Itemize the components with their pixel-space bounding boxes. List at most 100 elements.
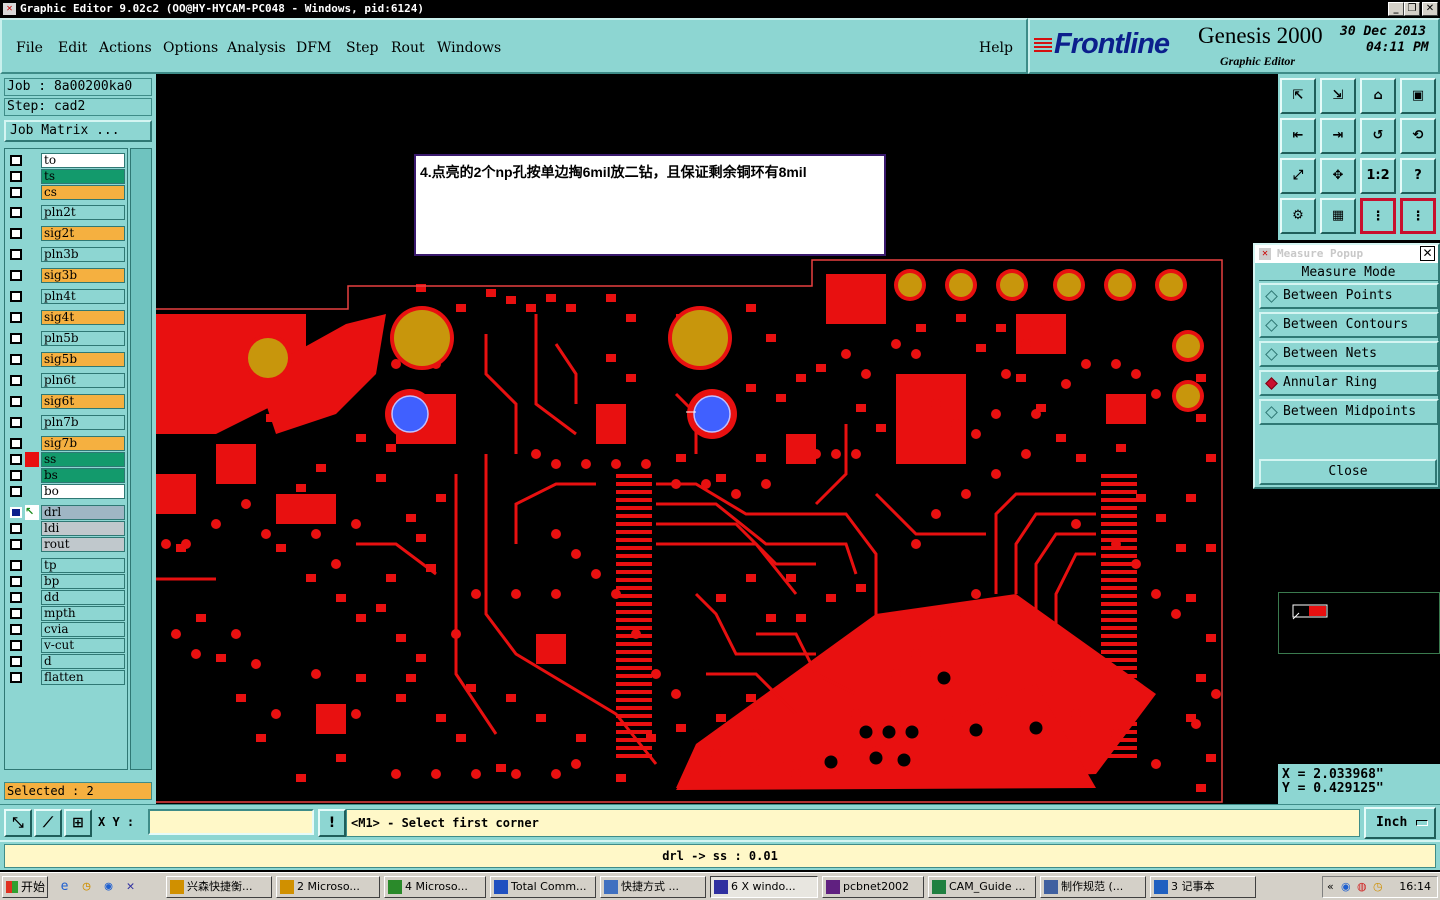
layer-checkbox[interactable]	[10, 486, 22, 497]
minimize-button[interactable]: _	[1388, 2, 1404, 16]
layer-row-pln4t[interactable]: pln4t	[7, 289, 125, 304]
layer-checkbox[interactable]	[10, 470, 22, 481]
measure-option-annular-ring[interactable]: Annular Ring	[1259, 370, 1439, 396]
snap-icon[interactable]: ⟲	[1400, 118, 1436, 154]
menu-help[interactable]: Help	[979, 40, 1013, 56]
zoom-diagonal-icon[interactable]: ⤡	[4, 809, 32, 837]
layer-checkbox[interactable]	[10, 624, 22, 635]
taskbar-task[interactable]: 制作规范 (...	[1040, 876, 1146, 898]
layer-checkbox[interactable]	[10, 656, 22, 667]
x-server-icon[interactable]: ✕	[122, 878, 139, 895]
taskbar-task[interactable]: 兴森快捷衡...	[166, 876, 272, 898]
layer-checkbox[interactable]	[10, 672, 22, 683]
graphic-canvas[interactable]: 4.点亮的2个np孔按单边掏6mil放二钻，且保证剩余铜环有8mil	[156, 74, 1278, 804]
layer-checkbox[interactable]	[10, 592, 22, 603]
alert-icon[interactable]: !	[318, 809, 346, 837]
layer-row-pln6t[interactable]: pln6t	[7, 373, 125, 388]
antivirus-icon[interactable]: ◍	[1357, 877, 1367, 897]
redraw-icon[interactable]: ↺	[1360, 118, 1396, 154]
measure-option-between-contours[interactable]: Between Contours	[1259, 312, 1439, 338]
layer-row-tp[interactable]: tp	[7, 558, 125, 573]
tray-clock-icon[interactable]: ◷	[1373, 877, 1383, 897]
layer-checkbox[interactable]	[10, 354, 22, 365]
taskbar-task[interactable]: Total Comm...	[490, 876, 596, 898]
layer-list-scrollbar[interactable]	[130, 148, 152, 770]
settings-icon[interactable]: ⚙	[1280, 198, 1316, 234]
zoom-home-icon[interactable]: ⇱	[1280, 78, 1316, 114]
layer-checkbox[interactable]	[10, 249, 22, 260]
taskbar-task[interactable]: 2 Microso...	[276, 876, 380, 898]
layer-row-pln5b[interactable]: pln5b	[7, 331, 125, 346]
layer-checkbox[interactable]	[10, 576, 22, 587]
taskbar-task[interactable]: 快捷方式 ...	[600, 876, 706, 898]
layer-checkbox[interactable]	[10, 375, 22, 386]
layer-row-pln7b[interactable]: pln7b	[7, 415, 125, 430]
menu-step[interactable]: Step	[346, 40, 378, 56]
measure-close-button[interactable]: Close	[1259, 459, 1437, 485]
layer-row-bp[interactable]: bp	[7, 574, 125, 589]
layer-row-cs[interactable]: cs	[7, 185, 125, 200]
close-icon[interactable]: ✕	[1420, 246, 1435, 261]
clock-app-icon[interactable]: ◷	[78, 878, 95, 895]
window-view-icon[interactable]: ▣	[1400, 78, 1436, 114]
grid-icon[interactable]: ▦	[1320, 198, 1356, 234]
start-button[interactable]: 开始	[2, 876, 48, 898]
layer-row-pln3b[interactable]: pln3b	[7, 247, 125, 262]
taskbar-task[interactable]: pcbnet2002	[822, 876, 924, 898]
tray-expand-icon[interactable]: «	[1327, 877, 1334, 897]
menu-file[interactable]: File	[16, 40, 43, 56]
measure-option-between-points[interactable]: Between Points	[1259, 283, 1439, 309]
layer-row-mpth[interactable]: mpth	[7, 606, 125, 621]
layer-checkbox[interactable]	[10, 523, 22, 534]
close-window-button[interactable]: ✕	[1422, 2, 1438, 16]
measure-tool-icon[interactable]: ⟋	[34, 809, 62, 837]
layer-checkbox[interactable]	[10, 155, 22, 166]
restore-button[interactable]: ❐	[1404, 2, 1420, 16]
layer-row-ts[interactable]: ts	[7, 169, 125, 184]
layer-row-sig4t[interactable]: sig4t	[7, 310, 125, 325]
layer-row-drl[interactable]: ↖ drl	[7, 505, 125, 520]
layer-row-flatten[interactable]: flatten	[7, 670, 125, 685]
help-icon[interactable]: ?	[1400, 158, 1436, 194]
layer-row-d[interactable]: d	[7, 654, 125, 669]
network-icon[interactable]: ◉	[1341, 877, 1351, 897]
layer-checkbox[interactable]	[10, 417, 22, 428]
taskbar-task[interactable]: 6 X windo...	[710, 876, 818, 898]
layer-row-bs[interactable]: bs	[7, 468, 125, 483]
layer-checkbox[interactable]	[10, 454, 22, 465]
layer-checkbox[interactable]	[10, 396, 22, 407]
layer-row-bo[interactable]: bo	[7, 484, 125, 499]
layer-checkbox[interactable]	[10, 228, 22, 239]
layer-checkbox[interactable]	[10, 560, 22, 571]
layer-checkbox[interactable]	[10, 640, 22, 651]
snap-grid-icon[interactable]: ⊞	[64, 809, 92, 837]
layer-checkbox[interactable]	[10, 207, 22, 218]
taskbar-task[interactable]: 3 记事本	[1150, 876, 1256, 898]
pan-right-icon[interactable]: ⇥	[1320, 118, 1356, 154]
layer-checkbox[interactable]	[10, 291, 22, 302]
layer-checkbox[interactable]	[10, 608, 22, 619]
layer-checkbox[interactable]	[10, 187, 22, 198]
layer-row-cvia[interactable]: cvia	[7, 622, 125, 637]
layer-row-sig3b[interactable]: sig3b	[7, 268, 125, 283]
net-highlight-icon[interactable]: ⋮	[1360, 198, 1396, 234]
zoom-in-icon[interactable]: ⇲	[1320, 78, 1356, 114]
layer-checkbox[interactable]	[10, 507, 22, 518]
measure-option-between-midpoints[interactable]: Between Midpoints	[1259, 399, 1439, 425]
layer-checkbox[interactable]	[10, 171, 22, 182]
browser-icon[interactable]: ◉	[100, 878, 117, 895]
menu-windows[interactable]: Windows	[437, 40, 501, 56]
ie-icon[interactable]: e	[56, 878, 73, 895]
unit-selector[interactable]: Inch	[1364, 807, 1436, 839]
layer-checkbox[interactable]	[10, 539, 22, 550]
xy-input[interactable]	[148, 809, 314, 835]
menu-analysis[interactable]: Analysis	[227, 40, 286, 56]
layer-checkbox[interactable]	[10, 312, 22, 323]
layer-row-to[interactable]: to	[7, 153, 125, 168]
center-icon[interactable]: ✥	[1320, 158, 1356, 194]
scale-ratio-button[interactable]: 1:2	[1360, 158, 1396, 194]
layer-checkbox[interactable]	[10, 333, 22, 344]
layer-checkbox[interactable]	[10, 270, 22, 281]
menu-rout[interactable]: Rout	[391, 40, 425, 56]
layer-checkbox[interactable]	[10, 438, 22, 449]
